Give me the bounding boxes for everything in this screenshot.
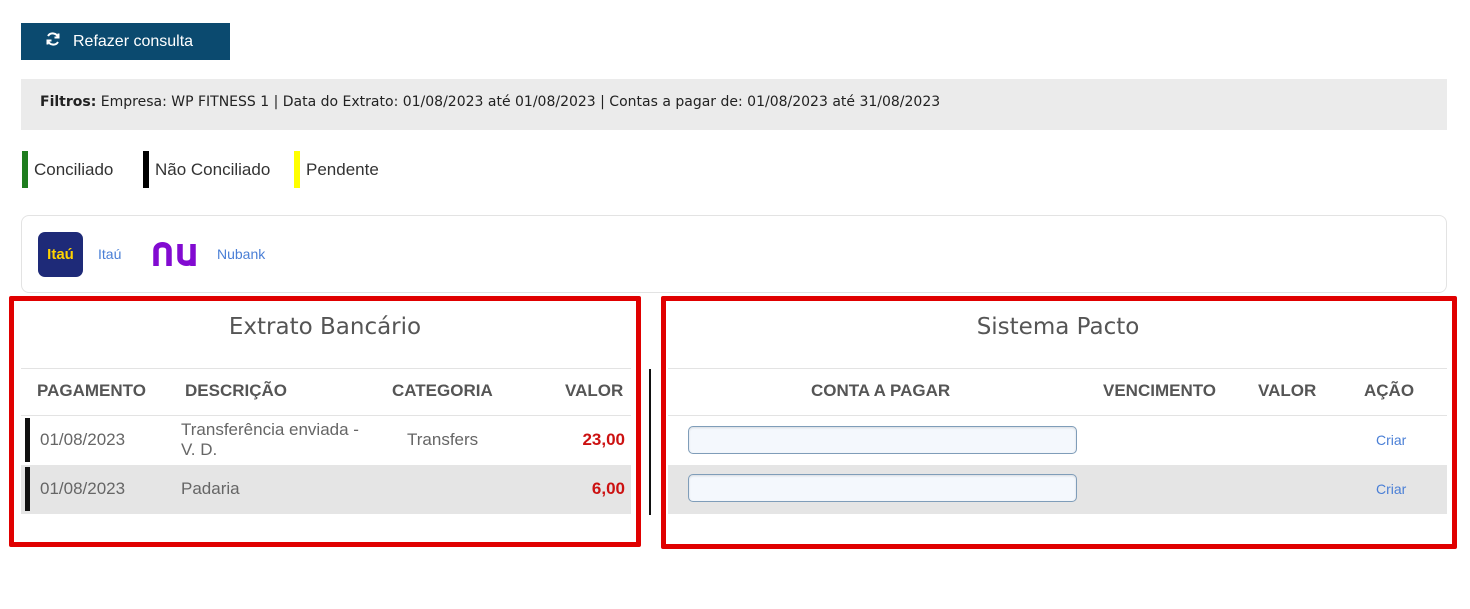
status-stripe	[25, 418, 30, 462]
bank-link-itau[interactable]: Itaú	[98, 246, 121, 262]
refazer-consulta-label: Refazer consulta	[73, 32, 194, 50]
header-vencimento: VENCIMENTO	[1103, 381, 1217, 400]
itau-logo[interactable]: Itaú	[38, 232, 83, 277]
conta-a-pagar-input[interactable]	[688, 426, 1077, 454]
row-descricao: Transferência enviada - V. D.	[181, 420, 359, 459]
panel-separator	[649, 369, 651, 515]
criar-link[interactable]: Criar	[1376, 432, 1406, 448]
legend-color-yellow	[294, 151, 300, 188]
legend-color-green	[22, 151, 28, 188]
refresh-icon	[45, 31, 61, 52]
header-valor: VALOR	[565, 381, 624, 400]
row-valor: 23,00	[582, 430, 625, 449]
criar-link[interactable]: Criar	[1376, 481, 1406, 497]
row-descricao: Padaria	[181, 479, 240, 498]
row-data: 01/08/2023	[40, 430, 126, 449]
conta-a-pagar-input[interactable]	[688, 474, 1077, 502]
header-conta-a-pagar: CONTA A PAGAR	[811, 381, 951, 400]
nubank-logo[interactable]	[152, 236, 204, 272]
refazer-consulta-button[interactable]: Refazer consulta	[21, 23, 230, 60]
sistema-title: Sistema Pacto	[976, 314, 1140, 340]
extrato-title: Extrato Bancário	[228, 314, 422, 340]
header-valor: VALOR	[1258, 381, 1317, 400]
bank-link-nubank[interactable]: Nubank	[217, 246, 265, 262]
filters-label: Filtros:	[40, 94, 97, 110]
header-pagamento: PAGAMENTO	[37, 381, 146, 400]
legend-color-black	[143, 151, 149, 188]
row-valor: 6,00	[591, 479, 625, 498]
status-stripe	[25, 467, 30, 511]
legend-label: Pendente	[306, 159, 379, 179]
legend-conciliado: Conciliado	[22, 151, 113, 188]
filters-bar: Filtros: Empresa: WP FITNESS 1 | Data do…	[21, 79, 1447, 130]
legend-label: Não Conciliado	[155, 159, 271, 179]
legend-label: Conciliado	[34, 159, 114, 179]
row-data: 01/08/2023	[40, 479, 126, 498]
divider	[668, 368, 1447, 369]
header-descricao: DESCRIÇÃO	[185, 381, 288, 400]
legend-nao-conciliado: Não Conciliado	[143, 151, 270, 188]
divider	[21, 368, 631, 369]
legend-pendente: Pendente	[294, 151, 379, 188]
row-categoria: Transfers	[407, 430, 479, 449]
header-categoria: CATEGORIA	[392, 381, 493, 400]
header-acao: AÇÃO	[1364, 381, 1415, 400]
filters-text: Empresa: WP FITNESS 1 | Data do Extrato:…	[100, 94, 941, 110]
